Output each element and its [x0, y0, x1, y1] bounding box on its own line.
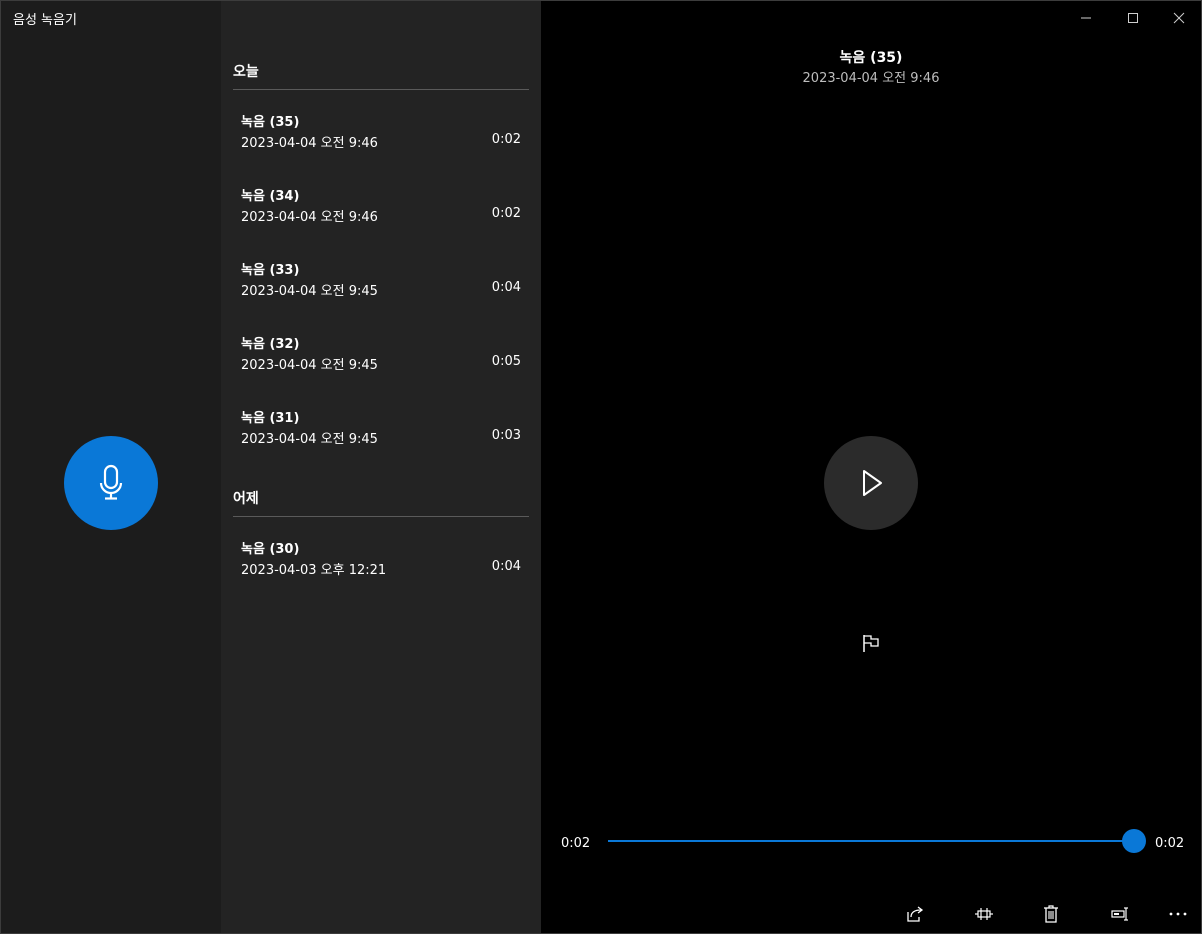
- player-pane: 녹음 (35) 2023-04-04 오전 9:46 0:02 0:02: [541, 1, 1201, 933]
- recording-item[interactable]: 녹음 (30) 2023-04-03 오후 12:21 0:04: [233, 538, 529, 598]
- recording-duration: 0:05: [491, 354, 521, 369]
- close-icon: [1173, 12, 1185, 24]
- recording-name: 녹음 (32): [241, 337, 300, 352]
- share-button[interactable]: [902, 901, 928, 927]
- recording-item[interactable]: 녹음 (32) 2023-04-04 오전 9:45 0:05: [233, 333, 529, 393]
- close-button[interactable]: [1168, 7, 1190, 29]
- recording-date: 2023-04-04 오전 9:46: [241, 210, 378, 225]
- recording-date: 2023-04-04 오전 9:45: [241, 284, 378, 299]
- trim-icon: [975, 908, 993, 920]
- recordings-list: 오늘 녹음 (35) 2023-04-04 오전 9:46 0:02 녹음 (3…: [221, 1, 541, 933]
- player-date: 2023-04-04 오전 9:46: [802, 71, 940, 86]
- recording-duration: 0:04: [491, 559, 521, 574]
- record-rail: 음성 녹음기: [1, 1, 221, 933]
- delete-button[interactable]: [1038, 901, 1064, 927]
- recording-item[interactable]: 녹음 (31) 2023-04-04 오전 9:45 0:03: [233, 407, 529, 467]
- recording-duration: 0:03: [491, 428, 521, 443]
- recording-name: 녹음 (30): [241, 542, 300, 557]
- rename-button[interactable]: [1107, 901, 1133, 927]
- recording-name: 녹음 (34): [241, 189, 300, 204]
- current-time: 0:02: [561, 836, 591, 851]
- recording-date: 2023-04-04 오전 9:46: [241, 136, 378, 151]
- recording-date: 2023-04-04 오전 9:45: [241, 432, 378, 447]
- more-icon: [1169, 912, 1187, 916]
- record-button[interactable]: [64, 436, 158, 530]
- recording-item[interactable]: 녹음 (34) 2023-04-04 오전 9:46 0:02: [233, 185, 529, 245]
- group-header-yesterday: 어제: [233, 488, 529, 517]
- app-window: 음성 녹음기 오늘 녹음 (35) 2023-04-04 오전 9:46 0:0…: [0, 0, 1202, 934]
- trash-icon: [1044, 905, 1058, 923]
- more-options-button[interactable]: [1165, 901, 1191, 927]
- share-icon: [907, 906, 924, 922]
- recording-date: 2023-04-03 오후 12:21: [241, 563, 387, 578]
- player-title: 녹음 (35): [839, 50, 903, 66]
- total-time: 0:02: [1155, 836, 1185, 851]
- recording-name: 녹음 (35): [241, 115, 300, 130]
- recording-duration: 0:04: [491, 280, 521, 295]
- recording-duration: 0:02: [491, 206, 521, 221]
- seek-bar[interactable]: [608, 840, 1134, 842]
- recording-item[interactable]: 녹음 (33) 2023-04-04 오전 9:45 0:04: [233, 259, 529, 319]
- microphone-icon: [99, 464, 123, 500]
- recording-date: 2023-04-04 오전 9:45: [241, 358, 378, 373]
- flag-icon: [863, 635, 879, 652]
- recording-item[interactable]: 녹음 (35) 2023-04-04 오전 9:46 0:02: [233, 111, 529, 171]
- play-icon: [863, 470, 882, 496]
- app-title: 음성 녹음기: [13, 13, 77, 28]
- minimize-icon: [1081, 17, 1091, 19]
- recording-name: 녹음 (33): [241, 263, 300, 278]
- seek-thumb[interactable]: [1122, 829, 1146, 853]
- maximize-button[interactable]: [1122, 7, 1144, 29]
- recording-duration: 0:02: [491, 132, 521, 147]
- rename-icon: [1111, 907, 1128, 921]
- minimize-button[interactable]: [1075, 7, 1097, 29]
- maximize-icon: [1128, 13, 1138, 23]
- trim-button[interactable]: [971, 901, 997, 927]
- play-button[interactable]: [824, 436, 918, 530]
- add-marker-button[interactable]: [859, 631, 883, 655]
- recording-name: 녹음 (31): [241, 411, 300, 426]
- group-header-today: 오늘: [233, 61, 529, 90]
